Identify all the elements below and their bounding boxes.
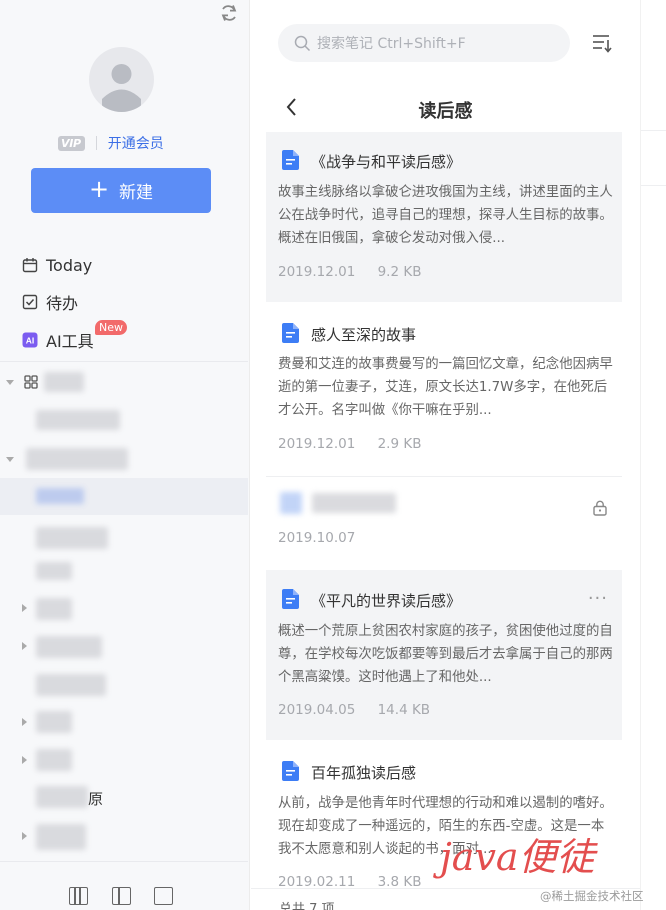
folder-item-redacted[interactable] [36, 598, 72, 620]
ai-icon: AI [22, 332, 38, 348]
search-icon [294, 35, 311, 51]
editor-panel-edge [640, 0, 666, 910]
folder-item-redacted[interactable] [36, 636, 102, 658]
sidebar-bottom-divider [0, 861, 248, 862]
note-card[interactable]: 《战争与和平读后感》 故事主线脉络以拿破仑进攻俄国为主线，讲述里面的主人公在战争… [266, 132, 622, 302]
new-note-label: 新建 [119, 183, 154, 203]
user-icon [102, 64, 141, 112]
note-title-redacted [312, 493, 396, 513]
search-input[interactable]: 搜索笔记 Ctrl+Shift+F [278, 24, 570, 62]
folder-item-fragment: 原 [88, 790, 104, 808]
vip-badge: VIP [58, 135, 85, 151]
watermark-text: java便徒 [440, 835, 595, 879]
folder-item-redacted[interactable] [36, 711, 72, 733]
note-meta: 2019.10.07 [278, 530, 355, 546]
nav-label-todo: 待办 [46, 294, 79, 313]
document-icon [282, 150, 299, 170]
more-options-icon[interactable]: ··· [588, 588, 608, 609]
folder-item-selected-label [36, 488, 84, 504]
document-icon [282, 761, 299, 781]
folder-item-redacted[interactable] [36, 786, 88, 808]
note-card[interactable]: 感人至深的故事 费曼和艾连的故事费曼写的一篇回忆文章，纪念他因病早逝的第一位妻子… [266, 302, 622, 474]
collapse-arrow-icon[interactable] [22, 832, 27, 840]
folder-item-redacted[interactable] [26, 448, 128, 470]
calendar-icon [22, 258, 38, 273]
note-date: 2019.10.07 [278, 530, 356, 546]
watermark-credit: @稀土掘金技术社区 [540, 889, 644, 903]
expand-arrow-icon[interactable] [6, 457, 14, 462]
note-meta: 2019.12.01 2.9 KB [278, 436, 421, 452]
search-placeholder: 搜索笔记 Ctrl+Shift+F [317, 36, 466, 52]
note-meta: 2019.04.05 14.4 KB [278, 702, 430, 718]
avatar[interactable] [89, 47, 154, 112]
document-icon [280, 492, 302, 514]
document-icon [282, 589, 299, 609]
grid-icon [24, 375, 38, 389]
app-window: VIP 开通会员 + 新建 Today 待办 AI AI工具 New 原 搜索笔… [0, 0, 666, 910]
sync-icon[interactable] [218, 2, 240, 24]
checkbox-icon [22, 294, 38, 310]
note-card[interactable]: 《平凡的世界读后感》 ··· 概述一个荒原上贫困农村家庭的孩子，贫困使他过度的自… [266, 570, 622, 740]
nav-item-todo[interactable]: 待办 [22, 291, 78, 313]
note-title: 《平凡的世界读后感》 [311, 592, 462, 610]
folder-item-redacted[interactable] [44, 372, 84, 392]
folder-item-redacted[interactable] [36, 824, 86, 850]
note-size: 9.2 KB [377, 264, 422, 280]
vip-divider [95, 136, 97, 150]
two-column-layout-icon[interactable] [112, 887, 131, 905]
note-title: 百年孤独读后感 [311, 764, 417, 782]
document-icon [282, 323, 299, 343]
three-column-layout-icon[interactable] [69, 887, 88, 905]
note-title: 《战争与和平读后感》 [311, 153, 462, 171]
open-membership-link[interactable]: 开通会员 [108, 133, 164, 153]
folder-item-redacted[interactable] [36, 562, 72, 580]
collapse-arrow-icon[interactable] [22, 756, 27, 764]
expand-arrow-icon[interactable] [6, 380, 14, 385]
note-title: 感人至深的故事 [311, 326, 417, 344]
note-date: 2019.12.01 [278, 436, 356, 452]
folder-item-redacted[interactable] [36, 410, 120, 430]
nav-label-today: Today [46, 255, 93, 275]
sort-icon[interactable] [592, 33, 612, 53]
nav-item-ai-tools[interactable]: AI AI工具 New [22, 320, 127, 351]
note-preview: 概述一个荒原上贫困农村家庭的孩子，贫困使他过度的自尊，在学校每次吃饭都要等到最后… [278, 624, 613, 685]
note-list-panel: 搜索笔记 Ctrl+Shift+F 读后感 《战争与和平读后感》 故事主线脉络以… [251, 0, 640, 910]
note-preview: 费曼和艾连的故事费曼写的一篇回忆文章，纪念他因病早逝的第一位妻子，艾连，原文长达… [278, 357, 613, 418]
note-card-locked[interactable]: 2019.10.07 [266, 477, 622, 568]
lock-icon [593, 500, 607, 516]
plus-icon: + [88, 175, 110, 203]
vip-row: VIP 开通会员 [58, 132, 164, 154]
nav-item-today[interactable]: Today [22, 254, 92, 276]
folder-title: 读后感 [418, 101, 473, 122]
folder-item-redacted[interactable] [36, 749, 72, 771]
svg-text:AI: AI [26, 336, 35, 346]
new-badge: New [95, 320, 127, 335]
sidebar: VIP 开通会员 + 新建 Today 待办 AI AI工具 New 原 [0, 0, 250, 910]
note-preview: 故事主线脉络以拿破仑进攻俄国为主线，讲述里面的主人公在战争时代，追寻自己的理想，… [278, 185, 613, 246]
collapse-arrow-icon[interactable] [22, 718, 27, 726]
collapse-arrow-icon[interactable] [22, 604, 27, 612]
editor-divider [641, 185, 666, 186]
folder-item-redacted[interactable] [36, 527, 108, 549]
collapse-arrow-icon[interactable] [22, 642, 27, 650]
item-count: 总共 7 项 [279, 902, 335, 910]
note-date: 2019.04.05 [278, 702, 356, 718]
sidebar-divider [0, 361, 248, 362]
folder-item-redacted[interactable] [36, 674, 106, 696]
note-size: 14.4 KB [377, 702, 431, 718]
new-note-button[interactable]: + 新建 [31, 168, 211, 213]
nav-label-ai-tools: AI工具 [46, 332, 94, 351]
note-size: 2.9 KB [377, 436, 422, 452]
note-meta: 2019.12.01 9.2 KB [278, 264, 421, 280]
single-column-layout-icon[interactable] [154, 887, 173, 905]
editor-divider [641, 130, 666, 131]
note-date: 2019.12.01 [278, 264, 356, 280]
